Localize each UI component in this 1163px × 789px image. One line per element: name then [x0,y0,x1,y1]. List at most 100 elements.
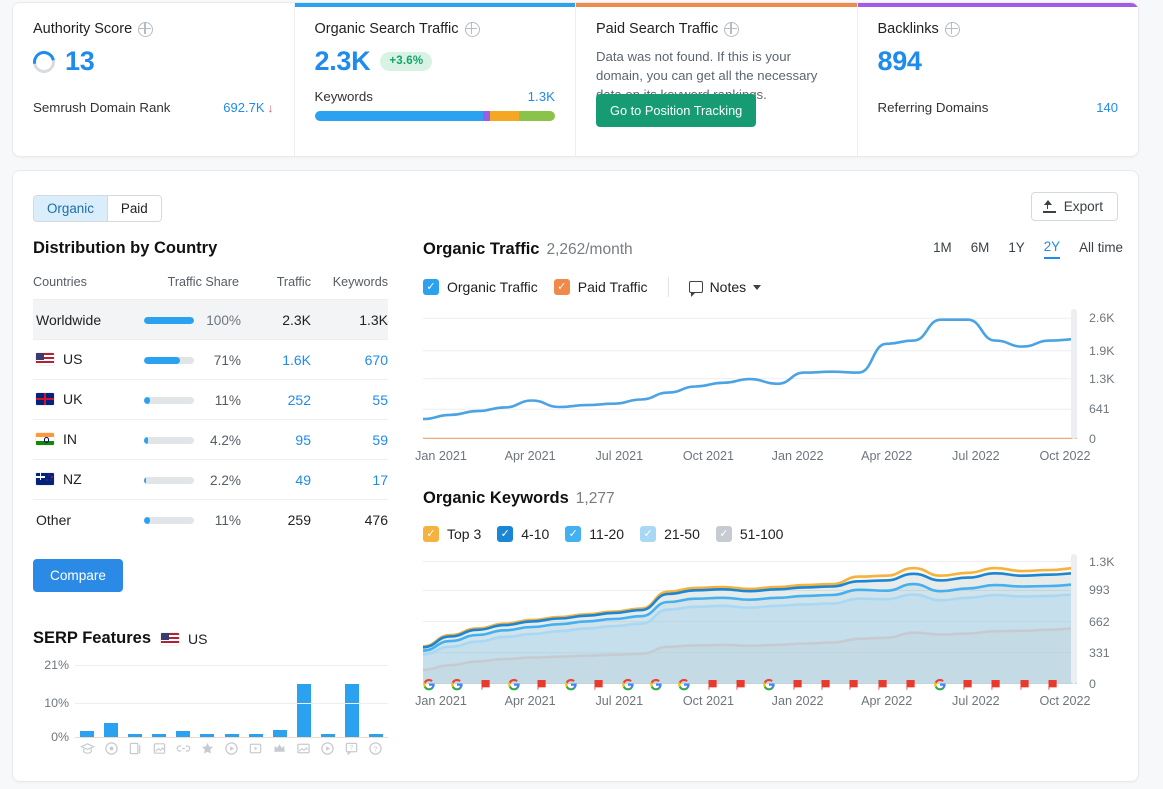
table-row[interactable]: Worldwide100%2.3K1.3K [33,300,388,340]
range-6m[interactable]: 6M [971,240,990,258]
link-icon[interactable] [171,741,195,756]
legend-top-3[interactable]: ✓Top 3 [423,526,481,542]
table-row[interactable]: IN4.2%9559 [33,420,388,460]
serp-volatility-flag-icon[interactable] [1047,678,1060,691]
notes-dropdown[interactable]: Notes [689,279,762,295]
serp-bar[interactable] [99,723,123,737]
table-row[interactable]: UK11%25255 [33,380,388,420]
distribution-title: Distribution by Country [33,239,388,258]
gridline [75,703,388,704]
serp-bar[interactable] [268,730,292,737]
compare-button[interactable]: Compare [33,559,123,592]
country-name: Other [36,512,71,528]
card-authority-score: Authority Score 13 Semrush Domain Rank 6… [13,3,295,156]
checkbox-organic-traffic[interactable]: ✓ [423,279,439,295]
checkbox-21-50[interactable]: ✓ [640,526,656,542]
legend-11-20[interactable]: ✓11-20 [565,526,624,542]
location-pin-icon[interactable] [99,741,123,756]
question-icon[interactable]: ? [364,741,388,756]
serp-volatility-flag-icon[interactable] [706,678,719,691]
table-row[interactable]: US71%1.6K670 [33,340,388,380]
checkbox-51-100[interactable]: ✓ [716,526,732,542]
range-1m[interactable]: 1M [933,240,952,258]
crown-icon[interactable] [268,741,292,756]
serp-volatility-flag-icon[interactable] [735,678,748,691]
serp-volatility-flag-icon[interactable] [961,678,974,691]
star-icon[interactable] [195,741,219,756]
serp-volatility-flag-icon[interactable] [876,678,889,691]
export-button[interactable]: Export [1031,192,1118,221]
tab-organic[interactable]: Organic [34,196,107,221]
table-row[interactable]: NZ2.2%4917 [33,460,388,500]
graduation-cap-icon[interactable] [75,741,99,756]
legend-organic-traffic[interactable]: ✓ Organic Traffic [423,279,538,295]
google-update-icon[interactable] [933,678,946,691]
checkbox-11-20[interactable]: ✓ [565,526,581,542]
traffic-value[interactable]: 252 [288,392,311,408]
traffic-value[interactable]: 1.6K [282,352,311,368]
checkbox-paid-traffic[interactable]: ✓ [554,279,570,295]
globe-icon[interactable] [465,22,480,37]
organic-keywords-x-axis: Jan 2021Apr 2021Jul 2021Oct 2021Jan 2022… [423,694,1077,714]
google-update-icon[interactable] [678,678,691,691]
google-update-icon[interactable] [621,678,634,691]
google-update-icon[interactable] [763,678,776,691]
referring-domains-value[interactable]: 140 [1096,100,1118,115]
range-1y[interactable]: 1Y [1008,240,1024,258]
share-percent: 2.2% [203,473,241,488]
image-pack-icon[interactable] [147,741,171,756]
keywords-value[interactable]: 59 [372,432,388,448]
range-all-time[interactable]: All time [1079,240,1123,258]
range-2y[interactable]: 2Y [1044,239,1060,259]
legend-21-50[interactable]: ✓21-50 [640,526,700,542]
serp-volatility-flag-icon[interactable] [593,678,606,691]
x-tick: Apr 2021 [505,449,556,463]
google-update-icon[interactable] [423,678,436,691]
sitelinks-icon[interactable] [123,741,147,756]
tab-paid[interactable]: Paid [107,196,161,221]
legend-4-10[interactable]: ✓4-10 [497,526,549,542]
checkbox-4-10[interactable]: ✓ [497,526,513,542]
semrush-domain-rank-value[interactable]: 692.7K [223,100,264,115]
y-tick: 1.3K [1089,372,1115,386]
organic-traffic-chart: 2.6K1.9K1.3K6410 Jan 2021Apr 2021Jul 202… [423,309,1123,469]
traffic-value[interactable]: 95 [295,432,311,448]
legend-paid-traffic[interactable]: ✓ Paid Traffic [554,279,648,295]
play-icon[interactable] [316,741,340,756]
donut-gauge-icon [29,46,60,77]
serp-volatility-flag-icon[interactable] [905,678,918,691]
checkbox-top-3[interactable]: ✓ [423,526,439,542]
go-to-position-tracking-button[interactable]: Go to Position Tracking [596,94,756,127]
google-update-icon[interactable] [451,678,464,691]
cell-keywords: 59 [311,420,388,460]
right-column: Organic Traffic2,262/month 1M6M1Y2YAll t… [423,239,1123,714]
traffic-value[interactable]: 49 [295,472,311,488]
video-icon[interactable] [219,741,243,756]
globe-icon[interactable] [138,22,153,37]
google-update-icon[interactable] [564,678,577,691]
serp-volatility-flag-icon[interactable] [479,678,492,691]
keywords-value[interactable]: 1.3K [528,89,555,104]
serp-bar[interactable] [340,684,364,737]
keywords-value[interactable]: 55 [372,392,388,408]
serp-y-tick: 0% [51,730,69,744]
image-icon[interactable] [292,741,316,756]
faq-icon[interactable]: ? [340,741,364,756]
keywords-value[interactable]: 670 [365,352,388,368]
video-box-icon[interactable] [244,741,268,756]
serp-volatility-flag-icon[interactable] [536,678,549,691]
serp-volatility-flag-icon[interactable] [820,678,833,691]
table-row[interactable]: Other11%259476 [33,500,388,540]
serp-volatility-flag-icon[interactable] [990,678,1003,691]
keywords-value[interactable]: 17 [372,472,388,488]
serp-volatility-flag-icon[interactable] [848,678,861,691]
share-bar [144,437,194,444]
legend-51-100[interactable]: ✓51-100 [716,526,784,542]
globe-icon[interactable] [724,22,739,37]
globe-icon[interactable] [945,22,960,37]
serp-volatility-flag-icon[interactable] [1018,678,1031,691]
serp-volatility-flag-icon[interactable] [791,678,804,691]
google-update-icon[interactable] [649,678,662,691]
google-update-icon[interactable] [508,678,521,691]
serp-bar[interactable] [292,684,316,737]
